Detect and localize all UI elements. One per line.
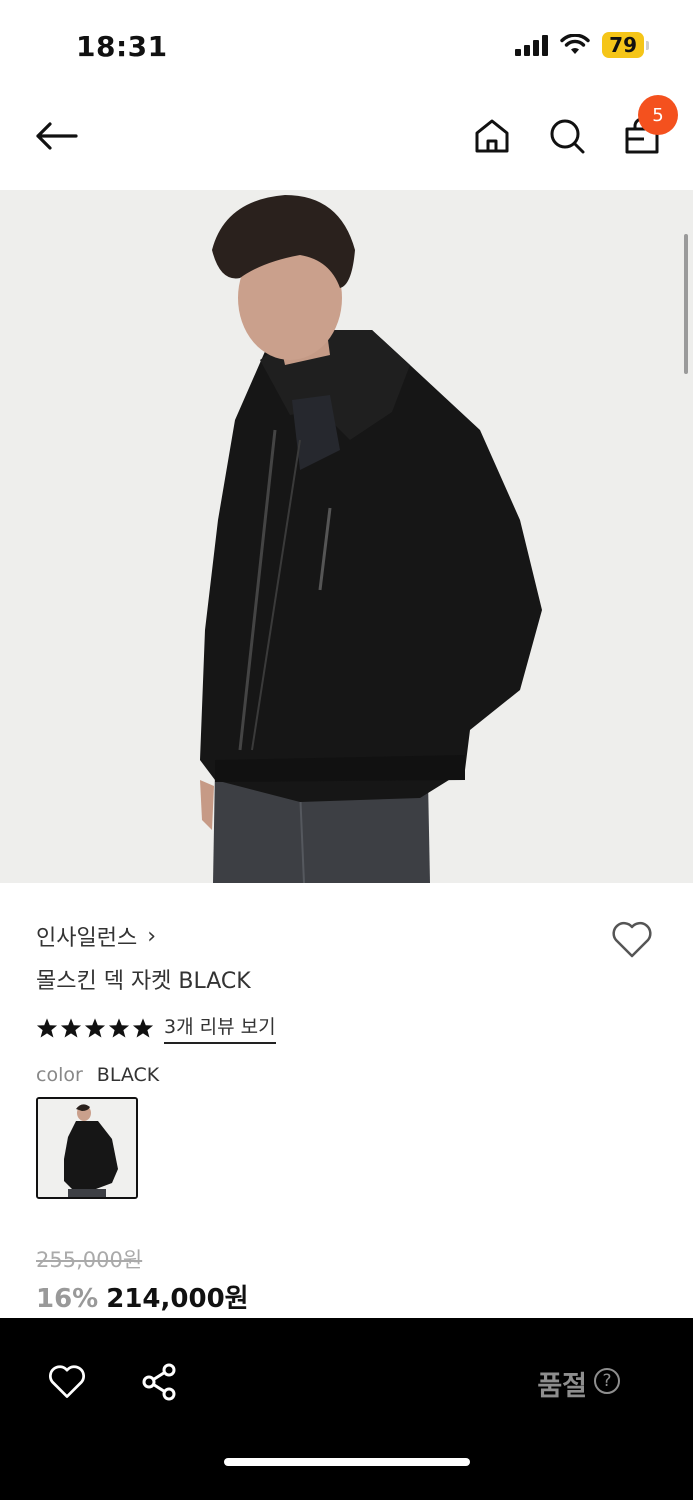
wifi-icon	[560, 34, 590, 54]
search-button[interactable]	[543, 112, 591, 160]
back-button[interactable]	[32, 112, 80, 160]
question-circle-icon[interactable]: ?	[594, 1368, 620, 1394]
soldout-label: 품절	[537, 1371, 587, 1402]
wishlist-button[interactable]	[45, 1360, 89, 1404]
chevron-right-icon: ›	[147, 923, 157, 949]
arrow-left-icon	[36, 122, 78, 150]
color-swatch-black[interactable]	[36, 1097, 138, 1199]
home-button[interactable]	[468, 112, 516, 160]
image-scrollbar[interactable]	[684, 234, 688, 374]
original-price: 255,000원	[36, 1248, 143, 1272]
brand-name: 인사일런스	[36, 926, 138, 951]
swatch-thumbnail	[38, 1099, 136, 1197]
price-row: 16% 214,000원	[36, 1278, 249, 1315]
star-icon	[36, 1018, 58, 1038]
cellular-signal-icon	[515, 34, 549, 56]
review-link[interactable]: 3개 리뷰 보기	[164, 1012, 276, 1044]
battery-icon: 79	[602, 32, 649, 58]
star-icon	[132, 1018, 154, 1038]
color-label: color	[36, 1064, 83, 1086]
battery-level: 79	[602, 32, 644, 58]
rating-row: 3개 리뷰 보기	[36, 1012, 276, 1044]
home-indicator	[224, 1458, 470, 1466]
star-icon	[108, 1018, 130, 1038]
heart-icon	[49, 1365, 85, 1398]
product-name: 몰스킨 덱 자켓 BLACK	[36, 969, 251, 994]
brand-link[interactable]: 인사일런스 ›	[36, 920, 156, 952]
sale-price: 214,000원	[106, 1284, 249, 1314]
heart-icon	[612, 921, 652, 958]
share-button[interactable]	[137, 1360, 181, 1404]
star-icon	[84, 1018, 106, 1038]
cart-count-badge: 5	[638, 95, 678, 135]
status-bar: 18:31 79	[0, 0, 693, 92]
home-icon	[475, 119, 509, 153]
status-indicators: 79	[515, 32, 649, 58]
wishlist-toggle[interactable]	[610, 918, 654, 962]
bottom-action-bar: 품절 ?	[0, 1318, 693, 1500]
status-time: 18:31	[76, 30, 168, 63]
product-photo	[0, 190, 693, 883]
discount-rate: 16%	[36, 1284, 99, 1314]
color-row: color BLACK	[36, 1064, 159, 1086]
share-icon	[142, 1363, 176, 1401]
product-image[interactable]	[0, 190, 693, 883]
top-nav	[0, 92, 693, 190]
color-value: BLACK	[96, 1064, 160, 1086]
search-icon	[550, 119, 585, 154]
rating-stars	[36, 1017, 154, 1039]
star-icon	[60, 1018, 82, 1038]
